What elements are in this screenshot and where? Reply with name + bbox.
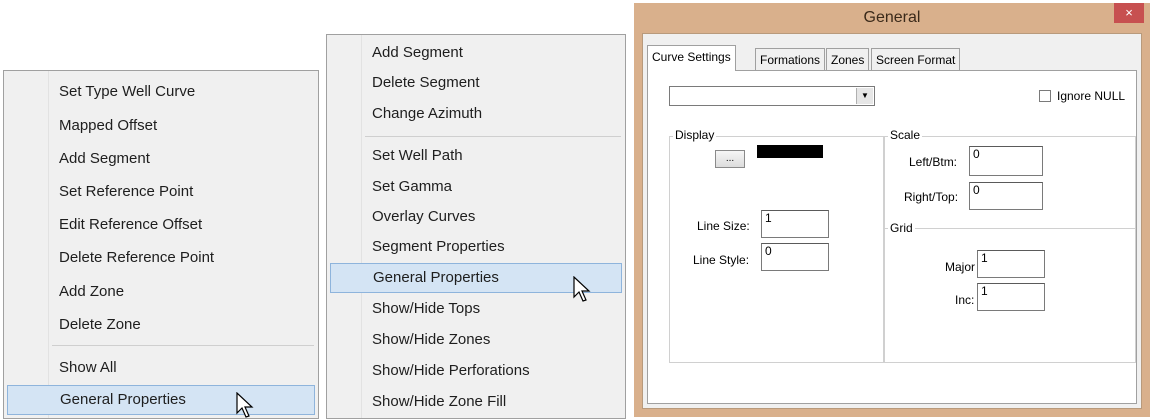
ignore-null-label: Ignore NULL (1057, 89, 1126, 103)
line-style-field[interactable]: 0 (761, 243, 829, 271)
chevron-down-icon[interactable]: ▼ (856, 88, 873, 104)
menu-item-change-azimuth[interactable]: Change Azimuth (330, 99, 622, 129)
right-top-label: Right/Top: (904, 190, 959, 204)
menu-separator (365, 136, 621, 137)
inc-label: Inc: (955, 293, 975, 307)
tab-formations[interactable]: Formations (755, 48, 826, 70)
inc-field[interactable]: 1 (977, 283, 1045, 311)
menu-separator (52, 345, 314, 346)
tab-screen-format[interactable]: Screen Format (871, 48, 961, 70)
menu-item-delete-segment[interactable]: Delete Segment (330, 68, 622, 98)
menu-item-overlay-curves[interactable]: Overlay Curves (330, 202, 622, 232)
ignore-null-checkbox[interactable] (1039, 90, 1051, 102)
context-menu-2: Add Segment Delete Segment Change Azimut… (326, 34, 626, 419)
menu-item-set-well-path[interactable]: Set Well Path (330, 141, 622, 171)
display-group-label: Display (673, 128, 717, 142)
right-top-field[interactable]: 0 (969, 182, 1043, 210)
context-menu-1: Set Type Well Curve Mapped Offset Add Se… (3, 70, 319, 419)
menu-item-delete-zone[interactable]: Delete Zone (7, 310, 315, 340)
mouse-cursor-icon (573, 276, 591, 302)
close-button[interactable]: × (1114, 3, 1144, 23)
menu-item-mapped-offset[interactable]: Mapped Offset (7, 111, 315, 141)
general-dialog: General × Curve Settings Formations Zone… (634, 3, 1150, 417)
menu-item-add-segment[interactable]: Add Segment (7, 144, 315, 174)
grid-group-label: Grid (888, 221, 915, 235)
menu-item-delete-reference-point[interactable]: Delete Reference Point (7, 243, 315, 273)
left-btm-field[interactable]: 0 (969, 146, 1043, 176)
tab-zones[interactable]: Zones (826, 48, 870, 70)
curve-select[interactable]: ▼ (669, 86, 875, 106)
major-label: Major (945, 260, 976, 274)
menu-item-set-type-well-curve[interactable]: Set Type Well Curve (7, 77, 315, 107)
menu-item-set-gamma[interactable]: Set Gamma (330, 172, 622, 202)
menu-item-show-all[interactable]: Show All (7, 353, 315, 383)
scale-group-label: Scale (888, 128, 923, 142)
menu-item-edit-reference-offset[interactable]: Edit Reference Offset (7, 210, 315, 240)
color-picker-button[interactable]: ... (715, 150, 745, 168)
menu-item-general-properties[interactable]: General Properties (7, 385, 315, 415)
tab-curve-settings[interactable]: Curve Settings (647, 45, 736, 71)
line-color-swatch (757, 145, 823, 158)
dialog-title: General (863, 9, 921, 26)
line-style-label: Line Style: (693, 253, 750, 267)
menu-item-set-reference-point[interactable]: Set Reference Point (7, 177, 315, 207)
menu-item-show-hide-zones[interactable]: Show/Hide Zones (330, 325, 622, 355)
menu-item-show-hide-perforations[interactable]: Show/Hide Perforations (330, 356, 622, 386)
menu-item-segment-properties[interactable]: Segment Properties (330, 232, 622, 262)
major-field[interactable]: 1 (977, 250, 1045, 278)
dialog-client: Curve Settings Formations Zones Screen F… (642, 33, 1142, 409)
menu-item-show-hide-zone-fill[interactable]: Show/Hide Zone Fill (330, 387, 622, 417)
grid-divider (884, 228, 1136, 229)
menu-item-add-zone[interactable]: Add Zone (7, 277, 315, 307)
menu-item-add-segment[interactable]: Add Segment (330, 38, 622, 68)
title-bar[interactable]: General × (634, 3, 1150, 33)
mouse-cursor-icon (236, 392, 254, 418)
line-size-label: Line Size: (697, 219, 750, 233)
line-size-field[interactable]: 1 (761, 210, 829, 238)
left-btm-label: Left/Btm: (909, 155, 958, 169)
